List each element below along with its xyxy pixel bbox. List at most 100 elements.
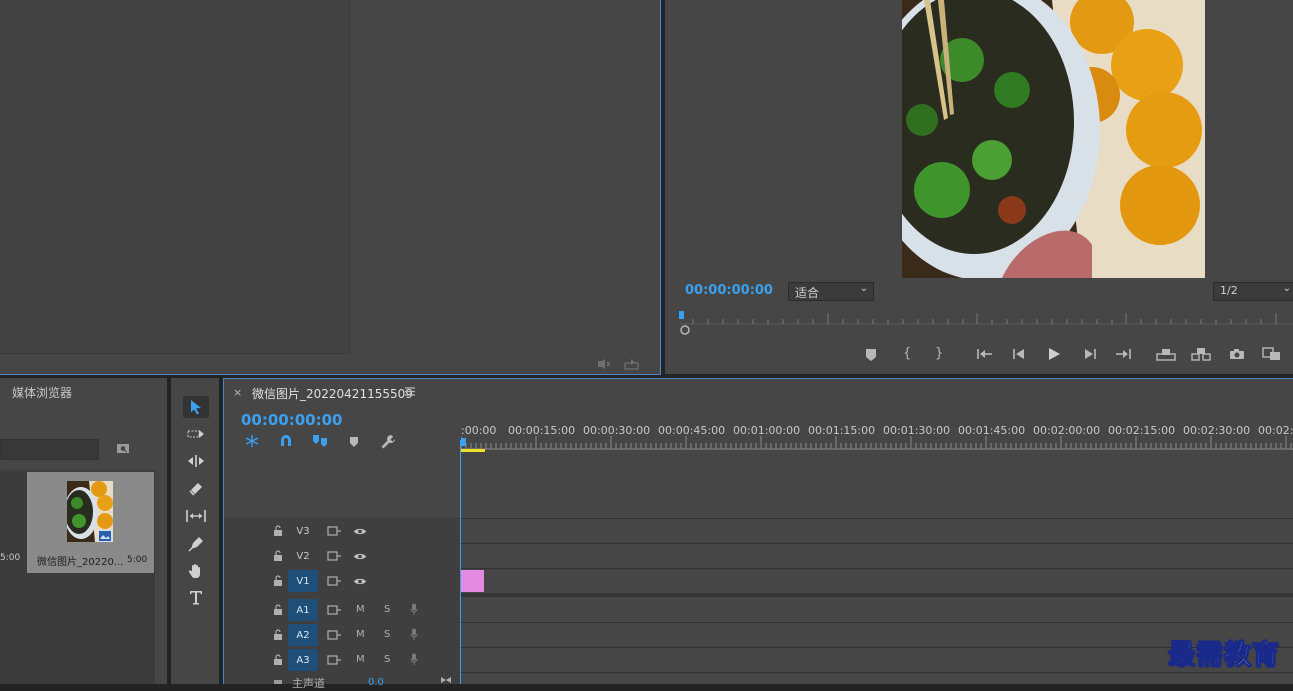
compare-icon[interactable] <box>1262 347 1282 361</box>
chevron-down-icon: ⌄ <box>859 283 868 294</box>
track-target-v3[interactable]: V3 <box>288 520 318 542</box>
source-monitor-viewer <box>0 0 350 354</box>
sync-lock-icon[interactable] <box>327 605 341 615</box>
mark-out-icon[interactable]: } <box>935 346 943 361</box>
razor-icon <box>189 483 202 496</box>
zoom-select-value: 适合 <box>795 286 820 300</box>
lock-icon[interactable] <box>273 604 283 615</box>
add-marker-icon[interactable] <box>349 436 359 448</box>
track-target-v2[interactable]: V2 <box>288 545 318 567</box>
mute-button[interactable]: M <box>356 604 365 615</box>
close-icon[interactable]: × <box>233 386 242 399</box>
ripple-edit-icon <box>188 455 204 467</box>
type-tool[interactable] <box>183 586 209 608</box>
ruler-label: 00:02:30:00 <box>1183 424 1251 437</box>
type-icon <box>190 591 202 605</box>
master-track-label: 主声道 <box>292 677 325 690</box>
project-item-thumbnail[interactable]: 微信图片_20220... 5:00 <box>27 472 154 573</box>
track-target-v1[interactable]: V1 <box>288 570 318 592</box>
lift-icon[interactable] <box>1156 347 1176 361</box>
timeline-tab-title[interactable]: 微信图片_20220421155509 <box>252 385 413 402</box>
track-divider <box>461 518 1293 519</box>
microphone-icon[interactable] <box>410 628 418 641</box>
track-divider <box>461 672 1293 673</box>
add-marker-icon[interactable] <box>865 348 877 362</box>
sync-lock-icon[interactable] <box>327 655 341 665</box>
slip-tool[interactable] <box>183 505 209 527</box>
program-timecode[interactable]: 00:00:00:00 <box>685 283 773 298</box>
lock-icon[interactable] <box>273 677 283 684</box>
eye-icon[interactable] <box>353 552 367 561</box>
razor-tool[interactable] <box>183 478 209 500</box>
left-item-duration: 5:00 <box>0 553 21 563</box>
slip-icon <box>186 510 206 522</box>
lock-icon[interactable] <box>273 525 283 536</box>
search-input[interactable] <box>0 439 99 460</box>
project-item-name: 微信图片_20220... <box>37 557 124 568</box>
ruler-label: 00:02:4 <box>1258 424 1293 437</box>
track-select-icon <box>187 430 204 438</box>
go-to-out-icon[interactable] <box>1115 348 1131 360</box>
zoom-select[interactable]: 适合 ⌄ <box>788 282 874 301</box>
go-to-in-icon[interactable] <box>977 348 993 360</box>
resolution-select[interactable]: 1/2 ⌄ <box>1213 282 1293 301</box>
go-to-end-icon[interactable] <box>440 676 452 684</box>
lock-icon[interactable] <box>273 629 283 640</box>
microphone-icon[interactable] <box>410 653 418 666</box>
track-divider <box>461 568 1293 569</box>
export-icon[interactable] <box>624 358 639 370</box>
linked-selection-icon[interactable] <box>312 434 328 448</box>
ruler-label: 00:01:15:00 <box>808 424 876 437</box>
solo-button[interactable]: S <box>384 629 390 640</box>
export-frame-icon[interactable] <box>1229 348 1245 360</box>
track-target-a2[interactable]: A2 <box>288 624 318 646</box>
mute-button[interactable]: M <box>356 629 365 640</box>
eye-icon[interactable] <box>353 527 367 536</box>
nest-sequence-icon[interactable] <box>244 434 260 448</box>
sync-lock-icon[interactable] <box>327 526 341 536</box>
ruler-label: 00:00:45:00 <box>658 424 726 437</box>
extract-icon[interactable] <box>1191 347 1211 361</box>
program-video-frame <box>902 0 1205 278</box>
source-monitor-panel <box>0 0 661 375</box>
timeline-timecode[interactable]: 00:00:00:00 <box>241 411 343 429</box>
hand-tool[interactable] <box>183 560 209 582</box>
microphone-icon[interactable] <box>410 603 418 616</box>
lock-icon[interactable] <box>273 654 283 665</box>
tools-panel <box>171 378 219 684</box>
lock-icon[interactable] <box>273 575 283 586</box>
audio-drag-icon[interactable] <box>597 358 611 370</box>
timeline-clip[interactable] <box>461 570 484 592</box>
track-target-a3[interactable]: A3 <box>288 649 318 671</box>
wrench-icon[interactable] <box>380 434 396 450</box>
mark-in-icon[interactable]: { <box>903 346 911 361</box>
pen-tool[interactable] <box>183 533 209 555</box>
still-image-badge-icon <box>98 530 112 542</box>
sync-lock-icon[interactable] <box>327 551 341 561</box>
solo-button[interactable]: S <box>384 604 390 615</box>
selection-tool[interactable] <box>183 396 209 418</box>
project-panel: 媒体浏览器 5:00 微信图片_20220... 5:00 <box>0 378 167 684</box>
track-target-a1[interactable]: A1 <box>288 599 318 621</box>
lock-icon[interactable] <box>273 550 283 561</box>
eye-icon[interactable] <box>353 577 367 586</box>
ripple-edit-tool[interactable] <box>183 450 209 472</box>
step-back-icon[interactable] <box>1012 348 1026 360</box>
solo-button[interactable]: S <box>384 654 390 665</box>
track-headers <box>224 518 460 684</box>
track-select-tool[interactable] <box>183 423 209 445</box>
step-forward-icon[interactable] <box>1083 348 1097 360</box>
tab-media-browser[interactable]: 媒体浏览器 <box>12 384 72 401</box>
find-icon[interactable] <box>116 442 130 454</box>
play-icon[interactable] <box>1047 347 1061 361</box>
panel-menu-icon[interactable] <box>405 387 415 396</box>
program-time-ruler[interactable] <box>679 310 1293 336</box>
sync-lock-icon[interactable] <box>327 630 341 640</box>
resolution-select-value: 1/2 <box>1220 284 1238 297</box>
sync-lock-icon[interactable] <box>327 576 341 586</box>
snap-icon[interactable] <box>279 434 293 448</box>
project-item-duration: 5:00 <box>127 555 148 565</box>
master-volume-value[interactable]: 0.0 <box>368 677 384 688</box>
watermark-logo: 最需教育 <box>1168 640 1280 672</box>
mute-button[interactable]: M <box>356 654 365 665</box>
